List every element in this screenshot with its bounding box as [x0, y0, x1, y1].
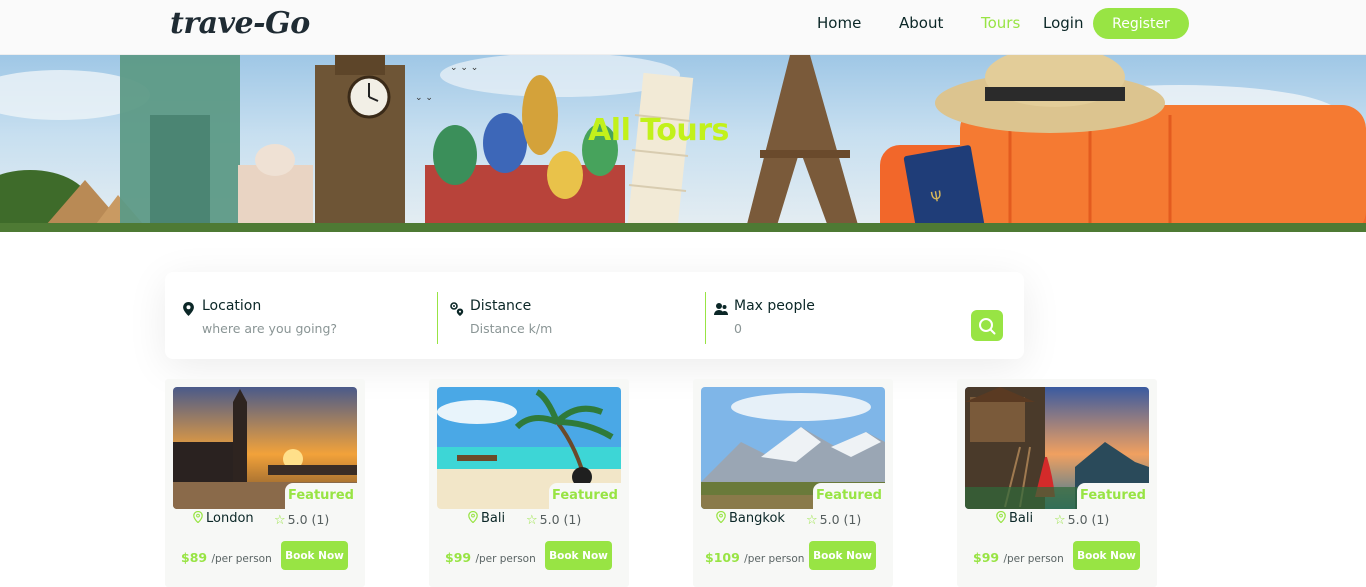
- location-pin-icon: [182, 301, 195, 320]
- book-now-button[interactable]: Book Now: [1073, 541, 1140, 570]
- people-icon: [714, 301, 728, 320]
- price-value: $99: [973, 550, 1000, 565]
- rating-value: 5.0: [819, 512, 840, 527]
- nav-home-link[interactable]: Home: [817, 14, 861, 32]
- review-count: (1): [563, 512, 582, 527]
- svg-text:⌄ ⌄ ⌄: ⌄ ⌄ ⌄: [450, 63, 478, 73]
- featured-badge: Featured: [285, 483, 357, 509]
- tour-rating: ☆ 5.0 (1): [526, 512, 581, 528]
- price-unit: /per person: [1003, 553, 1064, 565]
- featured-badge: Featured: [1077, 483, 1149, 509]
- svg-text:⌄ ⌄: ⌄ ⌄: [415, 93, 433, 103]
- tour-city: Bali: [481, 511, 506, 526]
- distance-field: Distance: [437, 292, 705, 344]
- site-header: trave-Go Home About Tours Login Register: [0, 0, 1366, 55]
- nav-about-link[interactable]: About: [899, 14, 943, 32]
- book-now-button[interactable]: Book Now: [281, 541, 348, 570]
- tour-search-bar: Location Distance Max people: [165, 272, 1024, 359]
- location-pin-icon: [716, 510, 726, 527]
- featured-badge: Featured: [813, 483, 885, 509]
- tour-rating: ☆ 5.0 (1): [1054, 512, 1109, 528]
- star-icon: ☆: [1054, 513, 1066, 528]
- distance-input[interactable]: [470, 321, 680, 336]
- rating-value: 5.0: [287, 512, 308, 527]
- tour-card[interactable]: Featured London ☆ 5.0 (1) $89 /per person…: [165, 379, 365, 587]
- rating-value: 5.0: [1067, 512, 1088, 527]
- price-value: $99: [445, 550, 472, 565]
- rating-value: 5.0: [539, 512, 560, 527]
- max-people-label: Max people: [734, 298, 815, 314]
- location-input[interactable]: [202, 321, 412, 336]
- route-icon: [450, 301, 464, 320]
- tour-price: $99 /per person: [973, 550, 1064, 565]
- featured-badge: Featured: [549, 483, 621, 509]
- nav-login-link[interactable]: Login: [1043, 14, 1083, 32]
- tour-city: Bali: [1009, 511, 1034, 526]
- review-count: (1): [311, 512, 330, 527]
- review-count: (1): [1091, 512, 1110, 527]
- tour-card[interactable]: Featured Bali ☆ 5.0 (1) $99 /per person B…: [957, 379, 1157, 587]
- location-pin-icon: [996, 510, 1006, 527]
- distance-label: Distance: [470, 298, 532, 314]
- register-button[interactable]: Register: [1093, 8, 1189, 39]
- tour-price: $89 /per person: [181, 550, 272, 565]
- max-people-input[interactable]: [734, 321, 944, 336]
- tour-location: London: [193, 510, 254, 527]
- location-field: Location: [165, 292, 437, 344]
- hero-banner: Ψ ⌄ ⌄ ⌄ ⌄ ⌄ All Tours: [0, 55, 1366, 232]
- book-now-button[interactable]: Book Now: [545, 541, 612, 570]
- star-icon: ☆: [526, 513, 538, 528]
- page-title: All Tours: [588, 113, 729, 148]
- price-unit: /per person: [744, 553, 805, 565]
- book-now-button[interactable]: Book Now: [809, 541, 876, 570]
- tour-city: London: [206, 511, 254, 526]
- location-label: Location: [202, 298, 262, 314]
- price-unit: /per person: [475, 553, 536, 565]
- tour-city: Bangkok: [729, 511, 785, 526]
- tour-card[interactable]: Featured Bangkok ☆ 5.0 (1) $109 /per pers…: [693, 379, 893, 587]
- tour-location: Bali: [996, 510, 1034, 527]
- star-icon: ☆: [274, 513, 286, 528]
- nav-tours-link[interactable]: Tours: [981, 14, 1020, 32]
- location-pin-icon: [193, 510, 203, 527]
- tour-rating: ☆ 5.0 (1): [274, 512, 329, 528]
- tour-card[interactable]: Featured Bali ☆ 5.0 (1) $99 /per person B…: [429, 379, 629, 587]
- tour-rating: ☆ 5.0 (1): [806, 512, 861, 528]
- tour-location: Bangkok: [716, 510, 785, 527]
- main-nav: Home About Tours Login Register: [0, 0, 1366, 55]
- tour-location: Bali: [468, 510, 506, 527]
- location-pin-icon: [468, 510, 478, 527]
- review-count: (1): [843, 512, 862, 527]
- tour-price: $99 /per person: [445, 550, 536, 565]
- price-value: $89: [181, 550, 208, 565]
- search-button[interactable]: [971, 310, 1003, 341]
- tour-price: $109 /per person: [705, 550, 804, 565]
- price-unit: /per person: [211, 553, 272, 565]
- max-people-field: Max people: [705, 292, 965, 344]
- star-icon: ☆: [806, 513, 818, 528]
- price-value: $109: [705, 550, 740, 565]
